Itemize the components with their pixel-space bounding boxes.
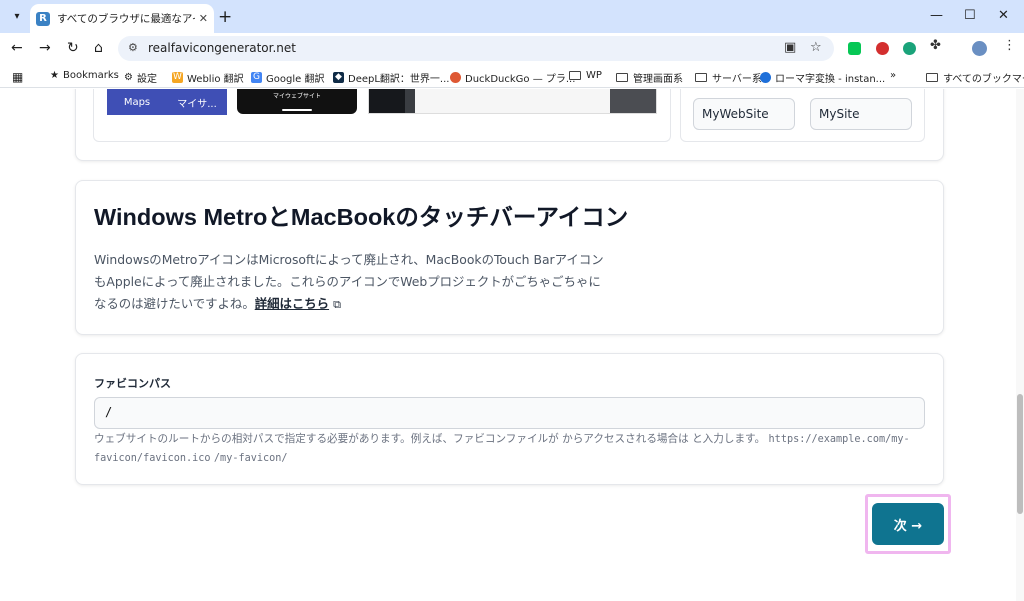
example-path: /my-favicon/ <box>213 453 288 464</box>
close-tab-icon[interactable]: ✕ <box>199 12 208 25</box>
star-icon: ★ <box>50 70 59 81</box>
bookmark-bookmarks[interactable]: ★ Bookmarks <box>50 70 119 81</box>
my-site-label: マイサ... <box>177 98 217 110</box>
forward-arrow-icon[interactable]: → <box>39 40 51 56</box>
tab-bar: ▾ R すべてのブラウザに最適なアイコンを生成 ✕ + — ☐ ✕ <box>0 0 1024 33</box>
maps-preview: Maps マイサ... <box>107 89 227 115</box>
bookmark-romaji[interactable]: ローマ字変換 - instan... <box>760 70 885 85</box>
red-extension-icon[interactable] <box>876 42 889 55</box>
bookmark-star-icon[interactable]: ☆ <box>810 40 822 55</box>
page-viewport: Maps マイサ... マイウェブサイト MyWebSite MySite Wi… <box>0 89 1024 601</box>
minimize-button[interactable]: — <box>930 8 943 23</box>
page-scrollbar[interactable] <box>1016 89 1024 601</box>
site-info-icon[interactable]: ⚙ <box>128 41 138 54</box>
gear-icon: ⚙ <box>124 72 133 83</box>
favicon-path-label: ファビコンパス <box>94 377 171 390</box>
folder-icon <box>695 73 707 82</box>
bookmark-duckduckgo[interactable]: DuckDuckGo — プラ... <box>450 70 575 85</box>
next-button[interactable]: 次 → <box>872 503 944 545</box>
bookmark-folder-admin[interactable]: 管理画面系 <box>616 70 683 85</box>
bookmark-weblio[interactable]: W Weblio 翻訳 <box>172 70 244 85</box>
scrollbar-thumb[interactable] <box>1017 394 1023 514</box>
folder-icon <box>926 73 938 82</box>
profile-avatar-icon[interactable] <box>972 41 987 56</box>
app-name-field[interactable]: MyWebSite <box>693 98 795 130</box>
folder-icon <box>616 73 628 82</box>
translate-icon[interactable]: ▣ <box>784 40 796 55</box>
section-title: Windows MetroとMacBookのタッチバーアイコン <box>94 204 629 230</box>
line-extension-icon[interactable] <box>848 42 861 55</box>
learn-more-link[interactable]: 詳細はこちら <box>255 296 329 311</box>
deepl-icon: ◆ <box>333 72 344 83</box>
menu-kebab-icon[interactable]: ⋮ <box>1003 38 1016 53</box>
active-tab[interactable]: R すべてのブラウザに最適なアイコンを生成 ✕ <box>30 4 214 33</box>
section-description: WindowsのMetroアイコンはMicrosoftによって廃止され、MacB… <box>94 249 604 316</box>
short-name-field[interactable]: MySite <box>810 98 912 130</box>
bookmark-folder-wp[interactable]: WP <box>569 70 602 81</box>
bookmark-folder-server[interactable]: サーバー系 <box>695 70 762 85</box>
phone-preview: マイウェブサイト <box>237 89 357 114</box>
green-extension-icon[interactable] <box>903 42 916 55</box>
bookmarks-bar: ▦ ★ Bookmarks ⚙ 設定 W Weblio 翻訳 G Google 翻訳 ◆… <box>0 64 1024 88</box>
tab-search-chevron-icon[interactable]: ▾ <box>6 6 28 26</box>
home-icon[interactable]: ⌂ <box>94 40 103 56</box>
maps-label: Maps <box>123 96 151 108</box>
folder-icon <box>569 71 581 80</box>
extensions-puzzle-icon[interactable]: ✤ <box>930 38 941 53</box>
tab-title: すべてのブラウザに最適なアイコンを生成 <box>57 13 195 25</box>
favicon-icon: R <box>36 11 50 26</box>
maximize-button[interactable]: ☐ <box>964 8 976 23</box>
more-bookmarks-chevron-icon[interactable]: » <box>890 70 896 81</box>
phone-site-label: マイウェブサイト <box>272 93 321 100</box>
desktop-preview <box>368 89 657 114</box>
external-link-icon[interactable]: ⧉ <box>333 294 341 316</box>
url-text[interactable]: realfavicongenerator.net <box>148 41 296 55</box>
close-window-button[interactable]: ✕ <box>998 8 1009 23</box>
duckduckgo-icon <box>450 72 461 83</box>
favicon-path-help: ウェブサイトのルートからの相対パスで指定する必要があります。例えば、ファビコンフ… <box>94 433 910 464</box>
browser-toolbar: ← → ↻ ⌂ ⚙ realfavicongenerator.net ▣ ☆ ✤… <box>0 33 1024 64</box>
phone-home-bar <box>282 109 312 111</box>
bookmark-all-bookmarks[interactable]: すべてのブックマーク <box>926 70 1024 85</box>
bookmark-settings[interactable]: ⚙ 設定 <box>124 70 157 85</box>
reload-icon[interactable]: ↻ <box>67 40 79 56</box>
google-translate-icon: G <box>251 72 262 83</box>
weblio-icon: W <box>172 72 183 83</box>
new-tab-button[interactable]: + <box>218 7 232 27</box>
bookmark-google-translate[interactable]: G Google 翻訳 <box>251 70 324 85</box>
favicon-path-input[interactable]: / <box>94 397 925 429</box>
apps-grid-icon[interactable]: ▦ <box>12 70 23 84</box>
romaji-icon <box>760 72 771 83</box>
bookmark-deepl[interactable]: ◆ DeepL翻訳：世界一... <box>333 70 449 85</box>
address-bar[interactable]: ⚙ realfavicongenerator.net ▣ ☆ <box>118 36 834 61</box>
back-arrow-icon[interactable]: ← <box>11 40 23 56</box>
